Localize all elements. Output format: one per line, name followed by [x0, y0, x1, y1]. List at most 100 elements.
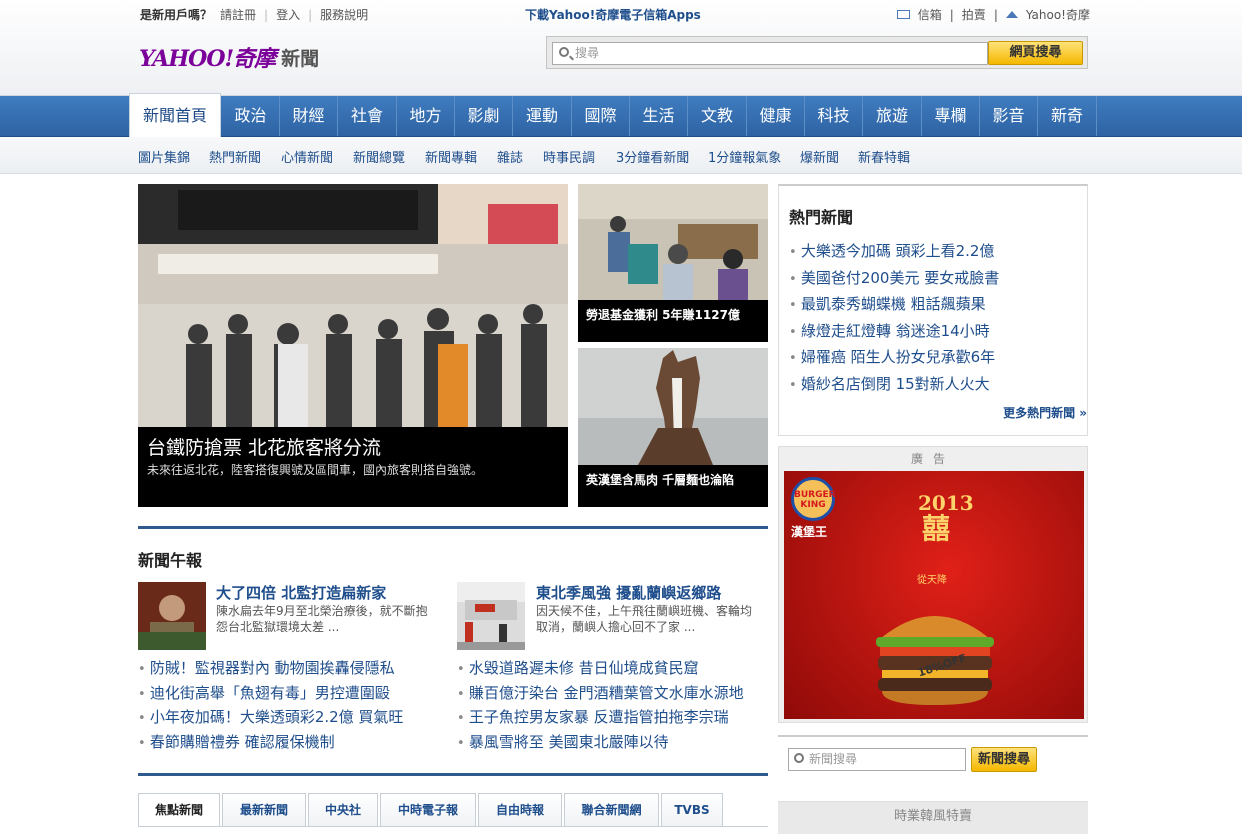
tab-travel[interactable]: 旅遊: [863, 96, 922, 136]
list-item[interactable]: 大樂透今加碼 頭彩上看2.2億: [789, 238, 999, 265]
subnav-1min-weather[interactable]: 1分鐘報氣象: [708, 147, 781, 166]
hero-photo: [138, 184, 568, 427]
pension-photo: [578, 184, 768, 300]
tab-tvbs[interactable]: TVBS: [661, 793, 723, 826]
subnav-magazine[interactable]: 雜誌: [497, 147, 523, 166]
list-item[interactable]: 小年夜加碼！大樂透頭彩2.2億 買氣旺: [138, 705, 404, 730]
subnav-specials[interactable]: 新聞專輯: [425, 147, 477, 166]
burger-king-logo: BURGER KING: [791, 477, 836, 521]
subnav-spring[interactable]: 新春特輯: [858, 147, 910, 166]
list-item[interactable]: 暴風雪將至 美國東北嚴陣以待: [457, 730, 744, 755]
feature-photo-2: [457, 582, 525, 650]
mail-link[interactable]: 信箱: [918, 6, 942, 23]
divider: |: [264, 7, 269, 22]
hero-caption: 台鐵防搶票 北花旅客將分流 未來往返北花，陸客搭復興號及區間車，國內旅客則搭自強…: [138, 427, 568, 507]
tab-odd[interactable]: 新奇: [1038, 96, 1097, 136]
subnav-photo-gallery[interactable]: 圖片集錦: [138, 147, 190, 166]
tab-world[interactable]: 國際: [572, 96, 630, 136]
tab-cna[interactable]: 中央社: [308, 793, 378, 826]
tab-health[interactable]: 健康: [747, 96, 805, 136]
subnav-3min-news[interactable]: 3分鐘看新聞: [616, 147, 689, 166]
list-item[interactable]: 賺百億汙染台 金門酒糟葉管文水庫水源地: [457, 681, 744, 706]
tab-society[interactable]: 社會: [338, 96, 397, 136]
tab-entertainment[interactable]: 影劇: [455, 96, 513, 136]
tab-life[interactable]: 生活: [630, 96, 688, 136]
noon-list-left: 防賊！監視器對內 動物園挨轟侵隱私 迪化街高舉「魚翅有毒」男控遭圍毆 小年夜加碼…: [138, 656, 404, 755]
news-search-button[interactable]: 新聞搜尋: [971, 747, 1037, 772]
feature-thumb-2[interactable]: [457, 582, 525, 650]
feature-desc-2: 因天候不佳，上午飛往蘭嶼班機、客輪均取消，蘭嶼人擔心回不了家 ...: [536, 604, 753, 634]
home-icon[interactable]: [1005, 11, 1018, 18]
subnav-overview[interactable]: 新聞總覽: [353, 147, 405, 166]
list-item[interactable]: 水毀道路遲未修 昔日仙境成貧民窟: [457, 656, 744, 681]
tab-finance[interactable]: 財經: [280, 96, 338, 136]
list-item[interactable]: 王子魚控男友家暴 反遭指管拍拖李宗瑞: [457, 705, 744, 730]
tab-politics[interactable]: 政治: [222, 96, 280, 136]
feature-desc-1: 陳水扁去年9月至北榮治療後，就不斷抱怨台北監獄環境太差 ...: [216, 604, 428, 634]
list-item[interactable]: 防賊！監視器對內 動物園挨轟侵隱私: [138, 656, 403, 681]
search-icon: [794, 753, 804, 763]
web-search-button[interactable]: 網頁搜尋: [988, 41, 1083, 65]
tab-latest-news[interactable]: 最新新聞: [222, 793, 306, 826]
feature-thumb-1[interactable]: [138, 582, 206, 650]
news-search-input[interactable]: 新聞搜尋: [788, 748, 966, 771]
new-user-text: 是新用戶嗎？: [140, 8, 213, 22]
hero-story[interactable]: 台鐵防搶票 北花旅客將分流 未來往返北花，陸客搭復興號及區間車，國內旅客則搭自強…: [138, 184, 568, 507]
tab-local[interactable]: 地方: [397, 96, 455, 136]
burger-king-ad[interactable]: BURGER KING 漢堡王 2013 囍 從天降 18%OFF: [784, 471, 1084, 719]
tab-chinatimes[interactable]: 中時電子報: [380, 793, 476, 826]
hot-news-box: 熱門新聞 大樂透今加碼 頭彩上看2.2億 美國爸付200美元 要女戒臉書 最凱泰…: [778, 184, 1088, 436]
news-search: 新聞搜尋 新聞搜尋: [778, 735, 1088, 787]
list-item[interactable]: 最凱泰秀蝴蝶機 粗話飆蘋果: [789, 291, 999, 318]
list-item[interactable]: 美國爸付200美元 要女戒臉書: [789, 265, 999, 292]
search-input[interactable]: 搜尋: [552, 42, 988, 65]
tab-udn[interactable]: 聯合新聞網: [564, 793, 659, 826]
hot-news-title: 熱門新聞: [789, 208, 854, 227]
list-item[interactable]: 迪化街高舉「魚翅有毒」男控遭圍毆: [138, 681, 403, 706]
web-search: 搜尋 網頁搜尋: [546, 36, 1088, 69]
subnav-breaking[interactable]: 爆新聞: [800, 147, 839, 166]
app-promo-link[interactable]: 下載Yahoo!奇摩電子信箱Apps: [525, 6, 701, 23]
feature-title-2[interactable]: 東北季風強 擾亂蘭嶼返鄉路: [536, 582, 721, 603]
auction-link[interactable]: 拍賣: [962, 6, 986, 23]
ad-label: 廣告: [910, 452, 955, 466]
tab-education[interactable]: 文教: [688, 96, 747, 136]
help-link[interactable]: 服務說明: [320, 6, 368, 23]
header: 是新用戶嗎？ 請註冊 | 登入 | 服務說明 下載Yahoo!奇摩電子信箱App…: [0, 0, 1242, 96]
yahoo-home-link[interactable]: Yahoo!奇摩: [1026, 6, 1090, 23]
horse-caption: 英漢堡含馬肉 千層麵也淪陷: [578, 465, 768, 507]
feature-title-1[interactable]: 大了四倍 北監打造扁新家: [216, 582, 386, 603]
logo-section: 新聞: [281, 47, 320, 70]
list-item[interactable]: 春節購贈禮券 確認履保機制: [138, 730, 403, 755]
login-link[interactable]: 登入: [276, 6, 300, 23]
list-item[interactable]: 婚紗名店倒閉 15對新人火大: [789, 371, 999, 398]
tab-column[interactable]: 專欄: [922, 96, 980, 136]
hero-title[interactable]: 台鐵防搶票 北花旅客將分流: [147, 433, 381, 460]
utility-left: 是新用戶嗎？ 請註冊 | 登入 | 服務說明: [140, 6, 368, 23]
tab-focus-news[interactable]: 焦點新聞: [138, 793, 220, 826]
register-link[interactable]: 請註冊: [220, 6, 256, 23]
tab-sports[interactable]: 運動: [513, 96, 572, 136]
hot-news-list: 大樂透今加碼 頭彩上看2.2億 美國爸付200美元 要女戒臉書 最凱泰秀蝴蝶機 …: [789, 238, 999, 397]
list-item[interactable]: 婦罹癌 陌生人扮女兒承歡6年: [789, 344, 999, 371]
subnav-mood-news[interactable]: 心情新聞: [281, 147, 333, 166]
logo-brand: YAHOO!奇摩: [139, 46, 276, 72]
list-item[interactable]: 綠燈走紅燈轉 翁迷途14小時: [789, 318, 999, 345]
hero-desc: 未來往返北花，陸客搭復興號及區間車，國內旅客則搭自強號。: [147, 463, 484, 477]
tab-video[interactable]: 影音: [980, 96, 1038, 136]
subnav-poll[interactable]: 時事民調: [543, 147, 595, 166]
noon-list-right: 水毀道路遲未修 昔日仙境成貧民窟 賺百億汙染台 金門酒糟葉管文水庫水源地 王子魚…: [457, 656, 744, 754]
tab-news-home[interactable]: 新聞首頁: [129, 93, 221, 137]
noon-news-title: 新聞午報: [138, 551, 203, 570]
side-story-horse-meat[interactable]: 英漢堡含馬肉 千層麵也淪陷: [578, 348, 768, 507]
yahoo-logo[interactable]: YAHOO!奇摩 新聞: [139, 36, 319, 78]
tab-baseline: [138, 826, 768, 827]
subnav-hot-news[interactable]: 熱門新聞: [209, 147, 261, 166]
more-hot-news-link[interactable]: 更多熱門新聞 »: [1003, 404, 1087, 421]
mail-icon[interactable]: [896, 10, 910, 19]
tab-liberty-times[interactable]: 自由時報: [478, 793, 562, 826]
promo-banner[interactable]: 時業韓風特賣: [778, 801, 1088, 834]
side-story-pension[interactable]: 勞退基金獲利 5年賺1127億: [578, 184, 768, 342]
noon-news-section: 新聞午報: [138, 526, 768, 570]
tab-tech[interactable]: 科技: [805, 96, 863, 136]
